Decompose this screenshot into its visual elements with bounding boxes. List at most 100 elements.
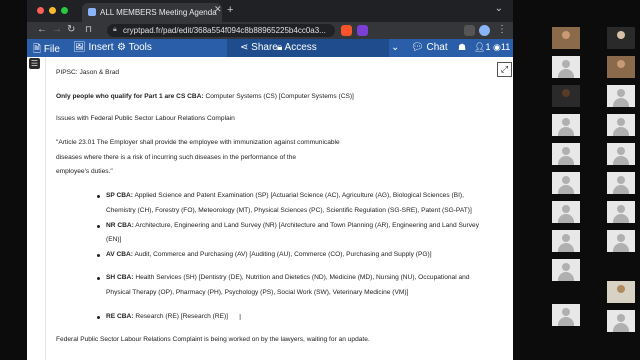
share-button[interactable]: ⋖ Share (240, 42, 278, 53)
re-cba-label: RE CBA: (106, 313, 134, 320)
participant-face (617, 31, 625, 39)
new-tab-icon[interactable]: + (227, 4, 233, 16)
avatar-icon (617, 118, 625, 126)
users-indicator[interactable]: 👤︎1 (474, 42, 490, 53)
text-cursor-icon: I (239, 313, 242, 322)
avatar-icon (613, 323, 629, 332)
users-count: 1 (485, 42, 491, 52)
avatar-icon (558, 185, 574, 194)
avatar-icon (562, 263, 570, 271)
maximize-window-button[interactable] (61, 7, 68, 14)
participant-tile[interactable] (607, 230, 635, 252)
access-label: Access (284, 42, 317, 53)
tools-menu[interactable]: ⚙︎ Tools (117, 42, 152, 53)
participant-tile[interactable] (607, 172, 635, 194)
sp-cba-line-1: SP CBA: Applied Science and Patent Exami… (106, 192, 464, 200)
avatar-icon (617, 147, 625, 155)
forward-icon[interactable]: → (52, 24, 62, 35)
participant-tile[interactable] (607, 85, 635, 107)
sp-cba-line-2: Chemistry (CH), Forestry (FO), Meteorolo… (106, 207, 472, 214)
av-cba-line-1: AV CBA: Audit, Commerce and Purchasing (… (106, 251, 432, 259)
viewers-indicator[interactable]: ◉11 (493, 42, 510, 53)
file-label: File (43, 44, 60, 55)
browser-menu-icon[interactable]: ⋮ (497, 24, 507, 35)
participant-tile[interactable] (607, 201, 635, 223)
bookmark-icon[interactable]: ⊓ (85, 24, 92, 35)
av-cba-label: AV CBA: (106, 251, 133, 258)
back-icon[interactable]: ← (37, 24, 47, 35)
cryptpad-toolbar: 🗎︎ File 🖼︎ Insert ⚙︎ Tools ⋖ Share 🔒︎ Ac… (27, 39, 513, 57)
expand-icon[interactable]: ⤢ (497, 62, 512, 77)
browser-window: ALL MEMBERS Meeting Agenda ✕ + ⌄ ← → ↻ ⊓… (27, 0, 513, 360)
participant-tile[interactable] (607, 114, 635, 136)
close-tab-icon[interactable]: ✕ (214, 4, 222, 15)
participant-tile[interactable] (552, 114, 580, 136)
doc-line-part1: Only people who qualify for Part 1 are C… (56, 93, 354, 101)
browser-tab[interactable]: ALL MEMBERS Meeting Agenda (82, 3, 222, 22)
participant-tile[interactable] (607, 281, 635, 303)
avatar-icon (558, 69, 574, 78)
participant-tile[interactable] (552, 85, 580, 107)
share-label: Share (251, 42, 278, 53)
avatar-icon (617, 176, 625, 184)
brave-shield-icon[interactable] (341, 25, 352, 36)
bullet-re (97, 316, 100, 319)
avatar-icon (562, 234, 570, 242)
minimize-window-button[interactable] (49, 7, 56, 14)
participant-tile[interactable] (552, 201, 580, 223)
doc-line-issues: Issues with Federal Public Sector Labour… (56, 115, 235, 122)
participant-tile[interactable] (607, 143, 635, 165)
re-cba-line-1: RE CBA: Research (RE) [Research (RE)] (106, 313, 228, 321)
participant-tile[interactable] (552, 304, 580, 326)
nr-cba-line-1: NR CBA: Architecture, Engineering and La… (106, 222, 479, 230)
sp-cba-text-1: Applied Science and Patent Examination (… (133, 192, 464, 199)
doc-quote-line-3: employee's duties." (56, 168, 113, 175)
url-field[interactable]: 🔒︎ cryptpad.fr/pad/edit/368a554f094c8b88… (107, 24, 335, 37)
participant-tile[interactable] (607, 310, 635, 332)
sh-cba-line-2: Physical Therapy (OP), Pharmacy (PH), Ps… (106, 289, 409, 296)
avatar-icon (562, 308, 570, 316)
participant-tile[interactable] (552, 143, 580, 165)
reload-icon[interactable]: ↻ (67, 24, 75, 35)
avatar-icon (617, 205, 625, 213)
brave-rewards-icon[interactable] (357, 25, 368, 36)
access-button[interactable]: 🔒︎ Access (277, 42, 317, 53)
address-bar: ← → ↻ ⊓ 🔒︎ cryptpad.fr/pad/edit/368a554f… (27, 22, 513, 39)
participant-tile[interactable] (552, 27, 580, 49)
re-cba-text-1: Research (RE) [Research (RE)] (133, 313, 229, 320)
tab-search-icon[interactable]: ⌄ (495, 3, 503, 14)
participant-tile[interactable] (607, 56, 635, 78)
lock-icon: 🔒︎ (113, 26, 117, 33)
bullet-nr (97, 225, 100, 228)
collapse-toolbar-icon[interactable]: ⌄ (391, 42, 399, 53)
participant-face (617, 60, 625, 68)
profile-avatar-icon[interactable] (479, 25, 490, 36)
participant-tile[interactable] (552, 172, 580, 194)
video-participants-panel (549, 0, 640, 360)
participant-tile[interactable] (552, 230, 580, 252)
bullet-sh (97, 277, 100, 280)
document-page[interactable]: ⤢ PIPSC: Jason & Brad Only people who qu… (45, 57, 512, 360)
menu-icon[interactable]: ☰ (29, 58, 40, 69)
sh-cba-line-1: SH CBA: Health Services (SH) [Dentistry … (106, 274, 470, 282)
avatar-icon (558, 317, 574, 326)
extensions-icon[interactable] (464, 25, 475, 36)
participant-tile[interactable] (552, 259, 580, 281)
chat-button[interactable]: 💬︎ Chat (411, 42, 448, 53)
close-window-button[interactable] (37, 7, 44, 14)
participant-tile[interactable] (552, 56, 580, 78)
avatar-icon (562, 205, 570, 213)
insert-menu[interactable]: 🖼︎ Insert (73, 42, 114, 53)
bullet-sp (97, 195, 100, 198)
tab-bar: ALL MEMBERS Meeting Agenda ✕ + ⌄ (27, 0, 513, 22)
participant-face (562, 89, 570, 97)
participant-tile[interactable] (607, 27, 635, 49)
sh-cba-text-1: Health Services (SH) [Dentistry (DE), Nu… (133, 274, 470, 281)
avatar-icon (562, 176, 570, 184)
cryptpad-favicon-icon (88, 8, 96, 16)
doc-line-pipsc: PIPSC: Jason & Brad (56, 69, 120, 76)
notifications-icon[interactable]: ☗ (458, 42, 466, 53)
avatar-icon (613, 98, 629, 107)
avatar-icon (562, 118, 570, 126)
doc-line-part1-bold: Only people who qualify for Part 1 are C… (56, 93, 204, 100)
